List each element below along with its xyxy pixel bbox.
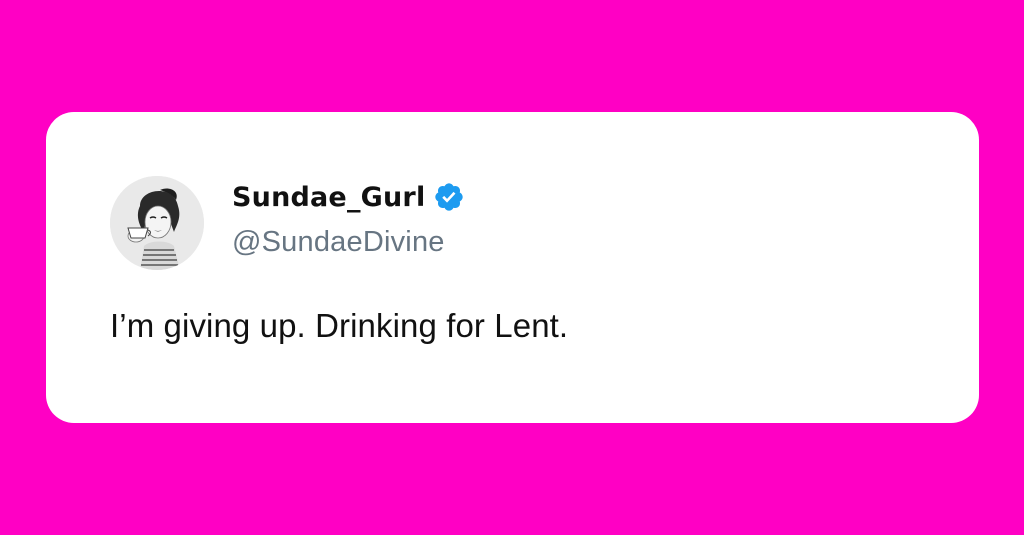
verified-badge-icon <box>433 181 465 213</box>
user-handle[interactable]: @SundaeDivine <box>232 226 465 259</box>
display-name-row: Sundae_Gurl <box>232 176 465 218</box>
user-block: Sundae_Gurl @SundaeDivine <box>232 176 465 259</box>
avatar[interactable] <box>110 176 204 270</box>
avatar-illustration <box>110 176 204 270</box>
display-name[interactable]: Sundae_Gurl <box>232 182 425 213</box>
tweet-text: I’m giving up. Drinking for Lent. <box>110 307 569 344</box>
tweet-card: Sundae_Gurl @SundaeDivine I’m giving up.… <box>46 112 979 423</box>
